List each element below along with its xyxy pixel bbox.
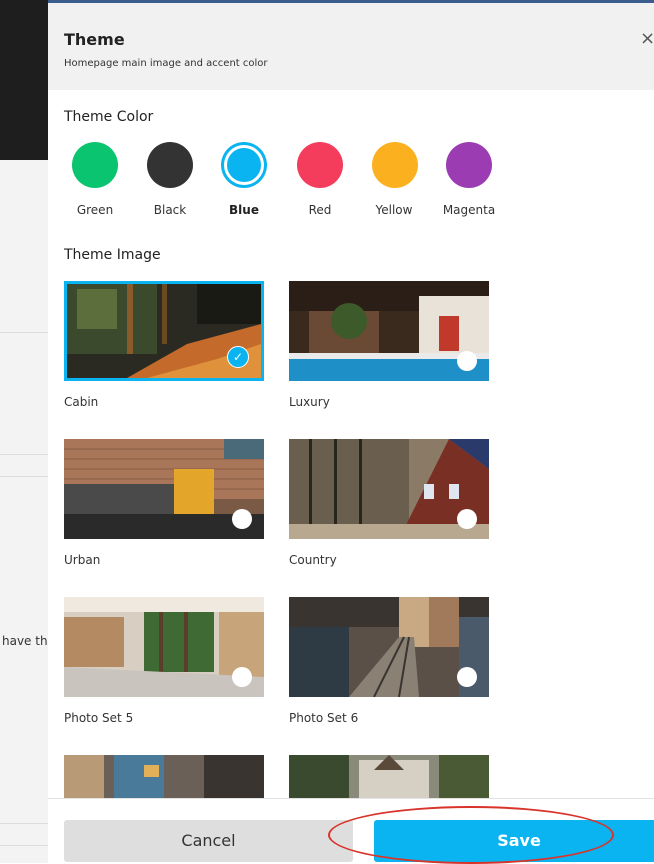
theme-color-heading: Theme Color [64,109,154,125]
thumbnail-partial[interactable] [64,755,264,798]
thumbnail-photo-set-5[interactable] [64,597,264,697]
thumbnail-label-photo-set-5: Photo Set 5 [64,711,134,725]
swatch-green[interactable] [72,142,118,188]
swatch-magenta[interactable] [446,142,492,188]
thumbnail-urban[interactable] [64,439,264,539]
background-divider [0,332,48,333]
background-divider [0,476,48,477]
dialog-footer: Cancel Save [48,798,654,863]
theme-dialog: Theme Homepage main image and accent col… [48,3,654,863]
radio-unchecked-icon [457,509,477,529]
thumbnail-country[interactable] [289,439,489,539]
background-text: have th [2,634,48,648]
background-divider [0,845,48,846]
swatch-label-blue: Blue [229,203,259,217]
background-divider [0,454,48,455]
thumbnail-label-luxury: Luxury [289,395,330,409]
close-icon[interactable]: × [640,29,654,49]
thumbnail-cabin[interactable]: ✓ [64,281,264,381]
swatch-black[interactable] [147,142,193,188]
background-divider [0,823,48,824]
thumbnail-photo-set-6[interactable] [289,597,489,697]
radio-unchecked-icon [232,509,252,529]
swatch-label-green: Green [76,203,114,217]
swatch-label-black: Black [153,203,187,217]
background-page: have th [0,0,48,863]
swatch-yellow[interactable] [372,142,418,188]
dialog-subtitle: Homepage main image and accent color [64,58,268,69]
radio-unchecked-icon [457,667,477,687]
radio-unchecked-icon [457,351,477,371]
swatch-blue[interactable] [224,145,264,185]
thumbnail-label-urban: Urban [64,553,101,567]
swatch-label-yellow: Yellow [375,203,413,217]
thumbnail-label-photo-set-6: Photo Set 6 [289,711,359,725]
swatch-label-red: Red [308,203,332,217]
swatch-red[interactable] [297,142,343,188]
save-button[interactable]: Save [374,820,654,862]
check-icon: ✓ [227,346,249,368]
theme-image-heading: Theme Image [64,247,161,263]
swatch-label-magenta: Magenta [442,203,496,217]
radio-unchecked-icon [232,667,252,687]
background-dark-panel [0,0,48,160]
thumbnail-label-cabin: Cabin [64,395,99,409]
thumbnail-luxury[interactable] [289,281,489,381]
dialog-header: Theme Homepage main image and accent col… [48,3,654,90]
dialog-title: Theme [64,30,125,49]
thumbnail-partial[interactable] [289,755,489,798]
cancel-button[interactable]: Cancel [64,820,353,862]
thumbnail-label-country: Country [289,553,337,567]
